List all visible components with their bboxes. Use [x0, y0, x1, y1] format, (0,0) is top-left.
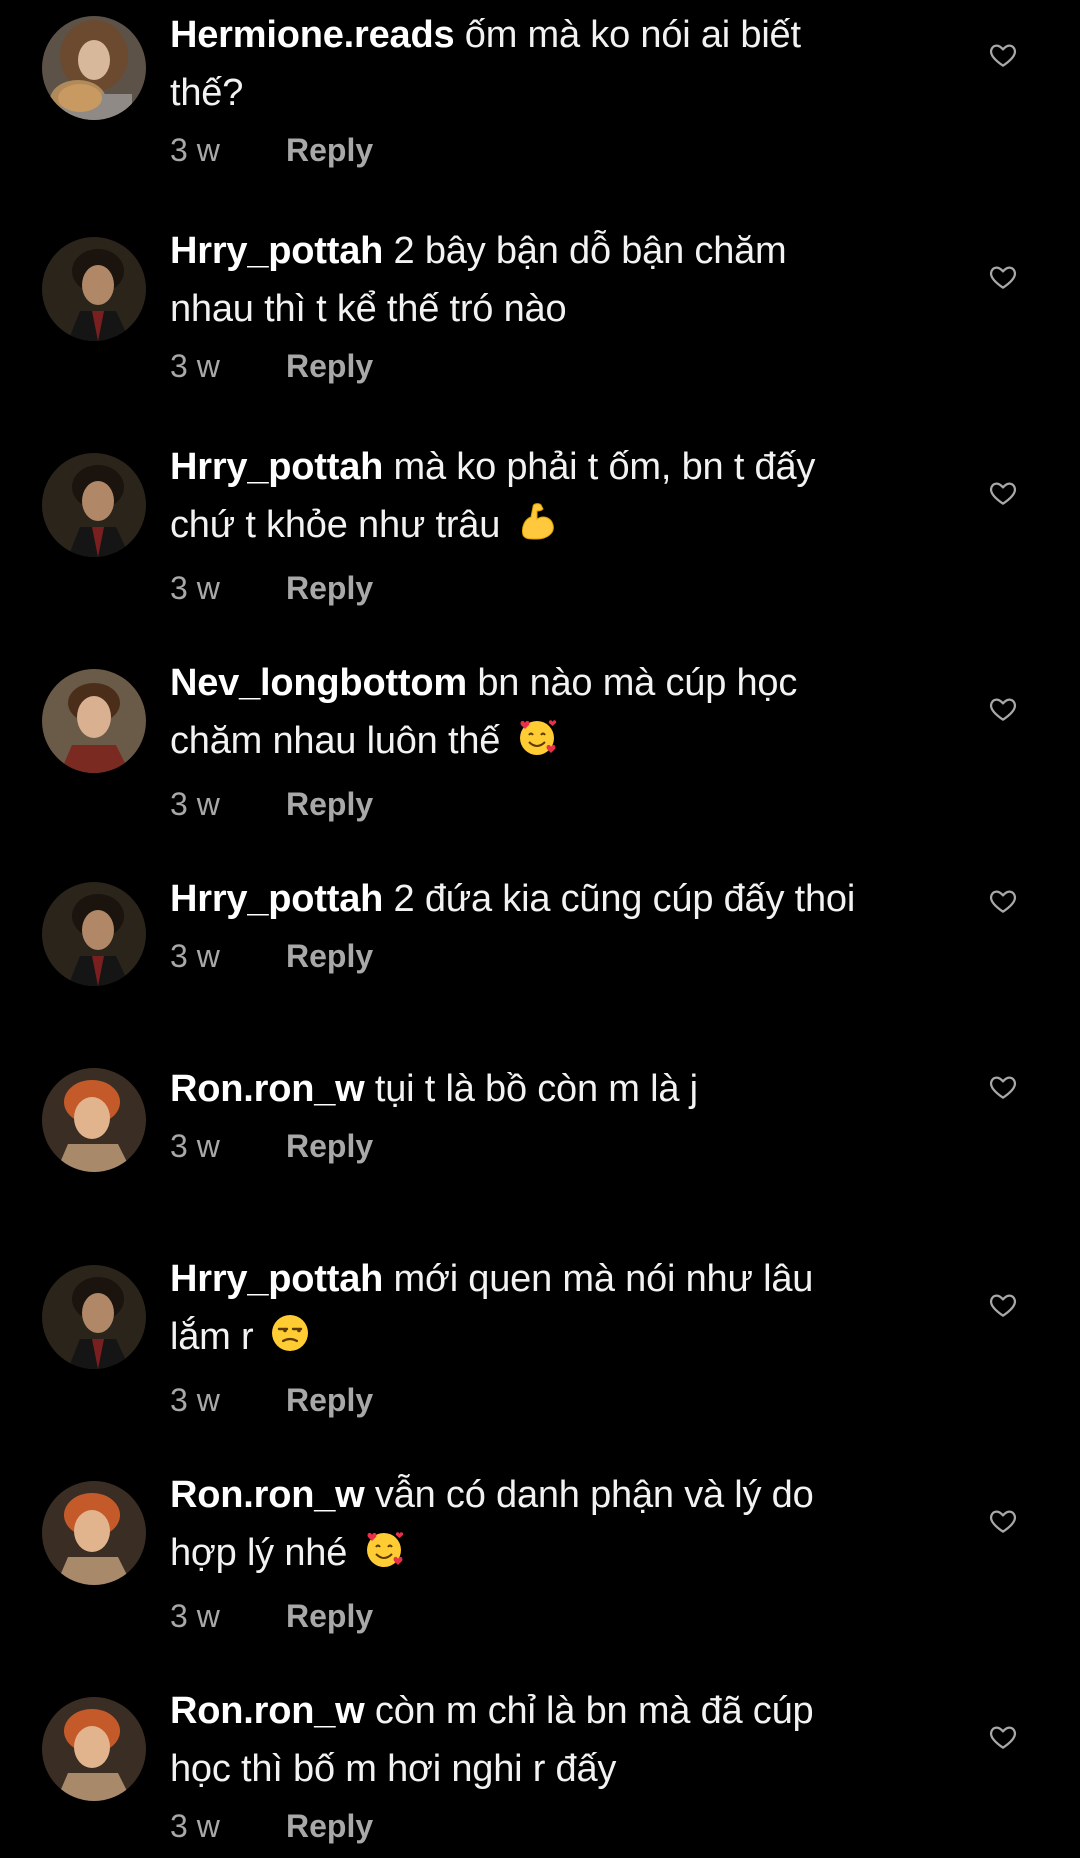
- comment-text: Ron.ron_w tụi t là bồ còn m là j: [170, 1060, 970, 1118]
- comment-meta: 3 w Reply: [170, 784, 970, 824]
- comment-body: Ron.ron_w tụi t là bồ còn m là j 3 w Repl…: [170, 1060, 970, 1166]
- timestamp: 3 w: [170, 1128, 220, 1164]
- username[interactable]: Hrry_pottah: [170, 446, 383, 488]
- comment-body: Hrry_pottah 2 đứa kia cũng cúp đấy thoi …: [170, 870, 970, 976]
- reply-button[interactable]: Reply: [286, 1382, 373, 1418]
- avatar[interactable]: [42, 1481, 146, 1585]
- comment-message: tụi t là bồ còn m là j: [374, 1068, 698, 1110]
- comment-message-continued: học thì bố m hơi nghi r đấy: [170, 1748, 617, 1790]
- comment-message: bn nào mà cúp học: [477, 662, 798, 704]
- heart-outline-icon[interactable]: [988, 694, 1018, 724]
- comment-text: Hermione.reads ốm mà ko nói ai biết thế?: [170, 6, 970, 122]
- username[interactable]: Hrry_pottah: [170, 878, 383, 920]
- avatar[interactable]: [42, 1265, 146, 1369]
- comment-body: Hrry_pottah 2 bây bận dỗ bận chăm nhau t…: [170, 222, 970, 386]
- avatar[interactable]: [42, 1068, 146, 1172]
- avatar[interactable]: [42, 1697, 146, 1801]
- comment-meta: 3 w Reply: [170, 1126, 970, 1166]
- comment-body: Nev_longbottom bn nào mà cúp học chăm nh…: [170, 654, 970, 824]
- heart-outline-icon[interactable]: [988, 1072, 1018, 1102]
- comment-meta: 3 w Reply: [170, 1596, 970, 1636]
- username[interactable]: Hrry_pottah: [170, 1258, 383, 1300]
- comment-meta: 3 w Reply: [170, 346, 970, 386]
- avatar[interactable]: [42, 669, 146, 773]
- comment-message: mà ko phải t ốm, bn t đấy: [393, 446, 816, 488]
- timestamp: 3 w: [170, 786, 220, 822]
- comment-text: Hrry_pottah 2 đứa kia cũng cúp đấy thoi: [170, 870, 970, 928]
- timestamp: 3 w: [170, 1808, 220, 1844]
- reply-button[interactable]: Reply: [286, 570, 373, 606]
- username[interactable]: Nev_longbottom: [170, 662, 467, 704]
- comment-text: Hrry_pottah mà ko phải t ốm, bn t đấy ch…: [170, 438, 970, 560]
- comment-text: Hrry_pottah 2 bây bận dỗ bận chăm nhau t…: [170, 222, 970, 338]
- comment-body: Ron.ron_w vẫn có danh phận và lý do hợp …: [170, 1466, 970, 1636]
- reply-button[interactable]: Reply: [286, 348, 373, 384]
- comment-text: Hrry_pottah mới quen mà nói như lâu lắm …: [170, 1250, 970, 1372]
- comment-message-continued: thế?: [170, 72, 244, 114]
- username[interactable]: Hermione.reads: [170, 14, 455, 56]
- comment-meta: 3 w Reply: [170, 1806, 970, 1846]
- comment-meta: 3 w Reply: [170, 568, 970, 608]
- comment-message: ốm mà ko nói ai biết: [464, 14, 801, 56]
- heart-outline-icon[interactable]: [988, 886, 1018, 916]
- comment-body: Hrry_pottah mà ko phải t ốm, bn t đấy ch…: [170, 438, 970, 608]
- heart-outline-icon[interactable]: [988, 478, 1018, 508]
- heart-outline-icon[interactable]: [988, 40, 1018, 70]
- avatar[interactable]: [42, 237, 146, 341]
- reply-button[interactable]: Reply: [286, 938, 373, 974]
- reply-button[interactable]: Reply: [286, 1598, 373, 1634]
- heart-outline-icon[interactable]: [988, 1506, 1018, 1536]
- comment-message: còn m chỉ là bn mà đã cúp: [374, 1690, 814, 1732]
- avatar[interactable]: [42, 453, 146, 557]
- comment-text: Nev_longbottom bn nào mà cúp học chăm nh…: [170, 654, 970, 776]
- comment-message: mới quen mà nói như lâu: [393, 1258, 814, 1300]
- comment-body: Ron.ron_w còn m chỉ là bn mà đã cúp học …: [170, 1682, 970, 1846]
- timestamp: 3 w: [170, 132, 220, 168]
- reply-button[interactable]: Reply: [286, 1128, 373, 1164]
- avatar[interactable]: [42, 882, 146, 986]
- flexed-biceps-icon: [515, 499, 559, 560]
- comment-body: Hermione.reads ốm mà ko nói ai biết thế?…: [170, 6, 970, 170]
- timestamp: 3 w: [170, 348, 220, 384]
- comment-message-continued: lắm r: [170, 1316, 254, 1358]
- reply-button[interactable]: Reply: [286, 132, 373, 168]
- comment-meta: 3 w Reply: [170, 936, 970, 976]
- heart-outline-icon[interactable]: [988, 1290, 1018, 1320]
- comment-message-continued: nhau thì t kể thế tró nào: [170, 288, 567, 330]
- username[interactable]: Ron.ron_w: [170, 1474, 365, 1516]
- comment-message: vẫn có danh phận và lý do: [374, 1474, 814, 1516]
- heart-outline-icon[interactable]: [988, 1722, 1018, 1752]
- comment-message-continued: chứ t khỏe như trâu: [170, 504, 501, 546]
- timestamp: 3 w: [170, 1382, 220, 1418]
- comment-body: Hrry_pottah mới quen mà nói như lâu lắm …: [170, 1250, 970, 1420]
- comment-message-continued: chăm nhau luôn thế: [170, 720, 501, 762]
- smiling-face-with-hearts-icon: [515, 715, 559, 776]
- timestamp: 3 w: [170, 570, 220, 606]
- avatar[interactable]: [42, 16, 146, 120]
- username[interactable]: Hrry_pottah: [170, 230, 383, 272]
- reply-button[interactable]: Reply: [286, 1808, 373, 1844]
- comment-text: Ron.ron_w còn m chỉ là bn mà đã cúp học …: [170, 1682, 970, 1798]
- timestamp: 3 w: [170, 938, 220, 974]
- smiling-face-with-hearts-icon: [362, 1527, 406, 1588]
- comment-meta: 3 w Reply: [170, 130, 970, 170]
- comment-meta: 3 w Reply: [170, 1380, 970, 1420]
- reply-button[interactable]: Reply: [286, 786, 373, 822]
- comment-text: Ron.ron_w vẫn có danh phận và lý do hợp …: [170, 1466, 970, 1588]
- unamused-face-icon: [268, 1311, 312, 1372]
- heart-outline-icon[interactable]: [988, 262, 1018, 292]
- comment-message: 2 bây bận dỗ bận chăm: [393, 230, 787, 272]
- comment-message: 2 đứa kia cũng cúp đấy thoi: [393, 878, 856, 920]
- timestamp: 3 w: [170, 1598, 220, 1634]
- username[interactable]: Ron.ron_w: [170, 1068, 365, 1110]
- username[interactable]: Ron.ron_w: [170, 1690, 365, 1732]
- comment-message-continued: hợp lý nhé: [170, 1532, 348, 1574]
